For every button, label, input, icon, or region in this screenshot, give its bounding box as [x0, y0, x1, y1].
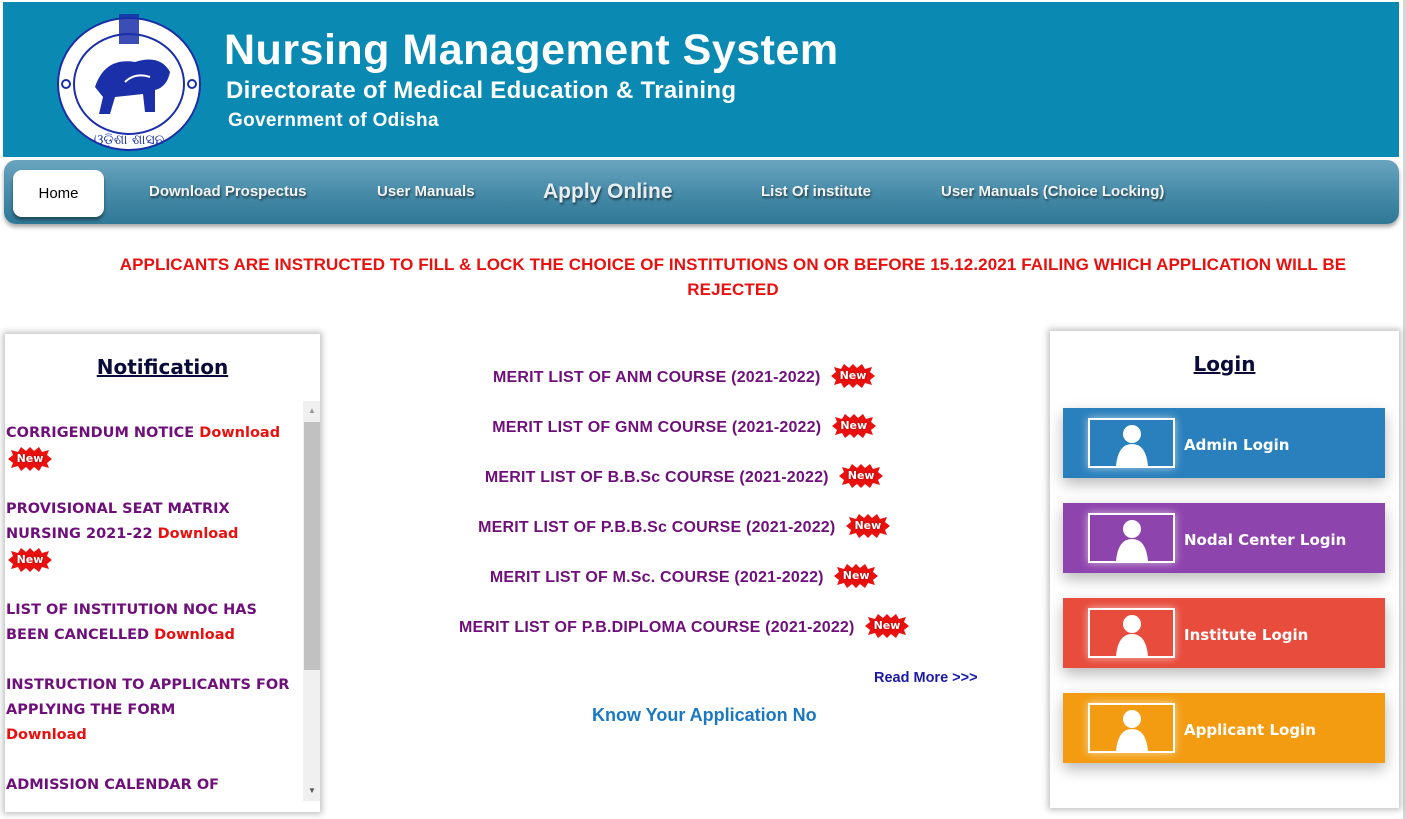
notification-scroll-area[interactable]: CORRIGENDUM NOTICE Download New PROVISIO… — [5, 401, 320, 801]
nav-user-manuals-choice-locking[interactable]: User Manuals (Choice Locking) — [941, 160, 1164, 224]
new-badge-icon: New — [837, 463, 885, 489]
merit-list-link[interactable]: MERIT LIST OF ANM COURSE (2021-2022) — [493, 369, 821, 386]
download-link[interactable]: Download — [154, 627, 235, 643]
user-avatar-icon — [1088, 608, 1175, 658]
nav-download-prospectus[interactable]: Download Prospectus — [149, 160, 307, 224]
merit-list-item: MERIT LIST OF B.B.Sc COURSE (2021-2022) … — [330, 462, 1040, 512]
scroll-down-arrow-icon[interactable]: ▼ — [303, 781, 320, 801]
admin-login-button[interactable]: Admin Login — [1063, 408, 1385, 478]
nav-list-of-institute[interactable]: List Of institute — [761, 160, 871, 224]
notification-panel: Notification CORRIGENDUM NOTICE Download… — [5, 334, 320, 812]
download-link[interactable]: Download — [199, 425, 280, 441]
merit-list-item: MERIT LIST OF P.B.B.Sc COURSE (2021-2022… — [330, 512, 1040, 562]
user-avatar-icon — [1088, 418, 1175, 468]
new-badge-icon: New — [832, 563, 880, 589]
know-application-no-link[interactable]: Know Your Application No — [592, 705, 817, 726]
header-banner: ଓଡ଼ିଶା ଶାସନ Nursing Management System Di… — [3, 2, 1399, 157]
merit-list-link[interactable]: MERIT LIST OF B.B.Sc COURSE (2021-2022) — [485, 469, 829, 486]
notification-list: CORRIGENDUM NOTICE Download New PROVISIO… — [6, 421, 298, 801]
merit-list-section: MERIT LIST OF ANM COURSE (2021-2022) New… — [330, 362, 1040, 662]
applicant-login-button[interactable]: Applicant Login — [1063, 693, 1385, 763]
login-title: Login — [1193, 352, 1256, 376]
user-avatar-icon — [1088, 703, 1175, 753]
new-badge-icon: New — [6, 547, 54, 573]
new-badge-icon: New — [829, 363, 877, 389]
user-avatar-icon — [1088, 513, 1175, 563]
nav-home[interactable]: Home — [13, 170, 104, 217]
site-subtitle: Directorate of Medical Education & Train… — [226, 77, 737, 104]
deadline-notice: APPLICANTS ARE INSTRUCTED TO FILL & LOCK… — [119, 255, 1347, 299]
svg-text:ଓଡ଼ିଶା ଶାସନ: ଓଡ଼ିଶା ଶାସନ — [94, 132, 165, 148]
odisha-emblem-icon: ଓଡ଼ିଶା ଶାସନ — [57, 14, 201, 151]
new-badge-icon: New — [830, 413, 878, 439]
nav-apply-online[interactable]: Apply Online — [543, 160, 673, 224]
notification-item: INSTRUCTION TO APPLICANTS FOR APPLYING T… — [6, 677, 290, 743]
new-badge-icon: New — [844, 513, 892, 539]
new-badge-icon: New — [863, 613, 911, 639]
notification-title: Notification — [96, 355, 229, 379]
nav-user-manuals[interactable]: User Manuals — [377, 160, 475, 224]
site-title: Nursing Management System — [224, 26, 839, 74]
nodal-center-login-button[interactable]: Nodal Center Login — [1063, 503, 1385, 573]
merit-list-link[interactable]: MERIT LIST OF M.Sc. COURSE (2021-2022) — [490, 569, 824, 586]
download-link[interactable]: Download — [158, 526, 239, 542]
merit-list-link[interactable]: MERIT LIST OF P.B.DIPLOMA COURSE (2021-2… — [459, 619, 855, 636]
merit-list-item: MERIT LIST OF P.B.DIPLOMA COURSE (2021-2… — [330, 612, 1040, 662]
notification-scrollbar[interactable]: ▲ ▼ — [303, 401, 320, 801]
government-label: Government of Odisha — [228, 110, 439, 131]
merit-list-link[interactable]: MERIT LIST OF GNM COURSE (2021-2022) — [492, 419, 821, 436]
merit-list-link[interactable]: MERIT LIST OF P.B.B.Sc COURSE (2021-2022… — [478, 519, 835, 536]
new-badge-icon: New — [6, 446, 54, 472]
notification-item: ADMISSION CALENDAR OF — [6, 777, 220, 793]
download-link[interactable]: Download — [6, 727, 87, 743]
read-more-link[interactable]: Read More >>> — [874, 670, 978, 686]
main-nav: Home Download Prospectus User Manuals Ap… — [4, 160, 1399, 224]
merit-list-item: MERIT LIST OF M.Sc. COURSE (2021-2022) N… — [330, 562, 1040, 612]
merit-list-item: MERIT LIST OF ANM COURSE (2021-2022) New — [330, 362, 1040, 412]
login-panel: Login Admin Login Nodal Center Login Ins… — [1050, 331, 1399, 808]
scroll-thumb[interactable] — [304, 422, 320, 670]
merit-list-item: MERIT LIST OF GNM COURSE (2021-2022) New — [330, 412, 1040, 462]
notification-item: LIST OF INSTITUTION NOC HAS BEEN CANCELL… — [6, 602, 257, 643]
scroll-up-arrow-icon[interactable]: ▲ — [303, 401, 320, 421]
notification-item: CORRIGENDUM NOTICE Download New — [6, 421, 298, 472]
notification-item: PROVISIONAL SEAT MATRIX NURSING 2021-22 … — [6, 497, 298, 573]
institute-login-button[interactable]: Institute Login — [1063, 598, 1385, 668]
